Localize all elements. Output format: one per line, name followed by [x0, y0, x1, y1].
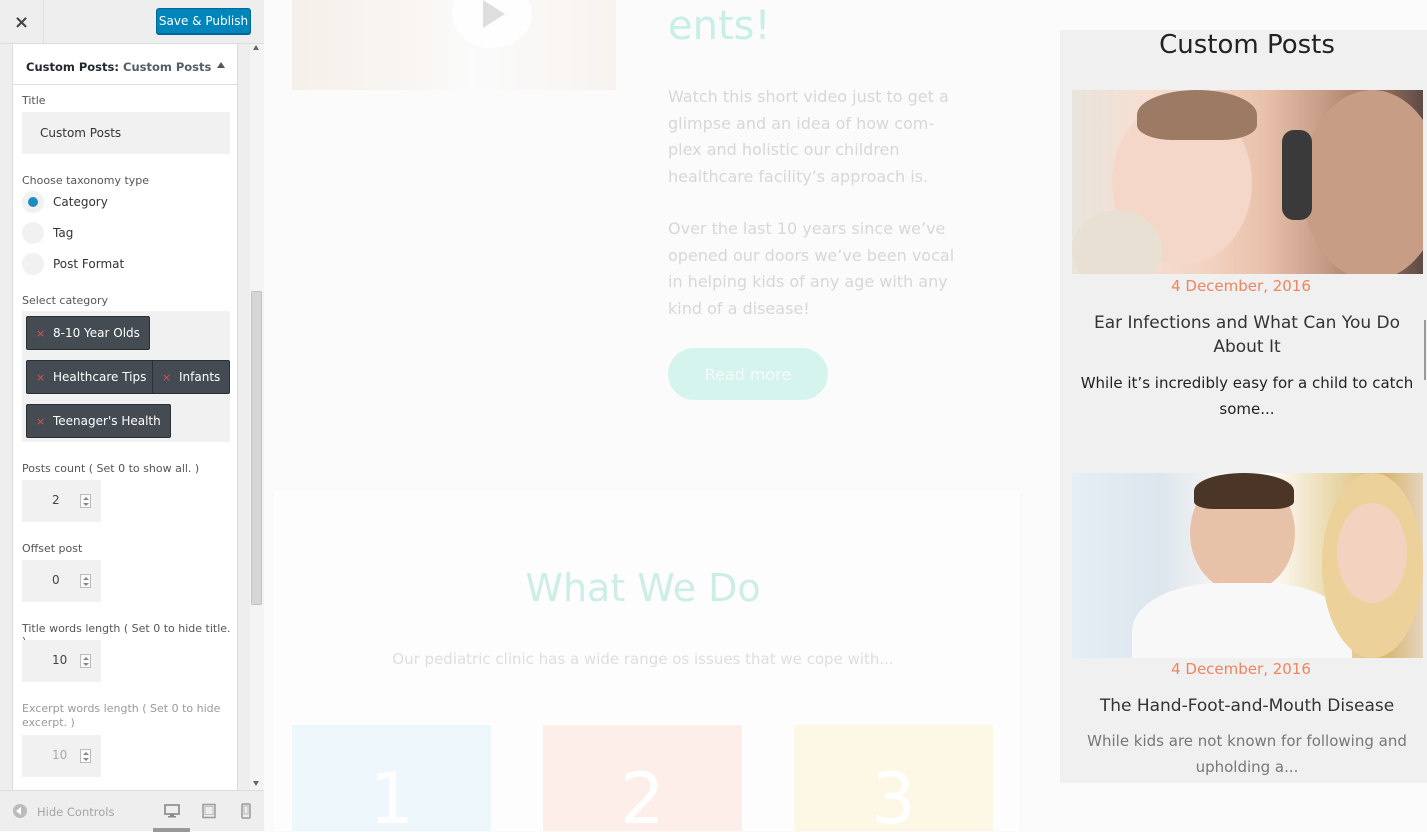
spinner-icon[interactable] — [80, 494, 91, 508]
category-tag-label: Healthcare Tips — [53, 370, 147, 384]
post-date: 4 December, 2016 — [1171, 660, 1311, 678]
desktop-preview-icon[interactable] — [164, 803, 180, 819]
service-card[interactable]: 1 — [292, 725, 491, 831]
radio-tag-label: Tag — [53, 226, 74, 240]
hide-controls-button[interactable]: Hide Controls — [37, 805, 114, 819]
remove-icon[interactable]: × — [36, 415, 45, 428]
category-tag-label: 8-10 Year Olds — [53, 326, 140, 340]
category-tag-label: Infants — [179, 370, 221, 384]
what-we-do-section: What We Do Our pediatric clinic has a wi… — [273, 490, 1020, 831]
remove-icon[interactable]: × — [36, 327, 45, 340]
title-label: Title — [22, 94, 46, 107]
doctor-coat-shape — [1132, 583, 1352, 658]
category-tag: × Teenager's Health — [26, 404, 171, 438]
hero-title: ents! — [668, 3, 771, 49]
custom-posts-widget: Custom Posts 4 December, 2016 Ear Infect… — [1060, 30, 1427, 783]
taxonomy-label: Choose taxonomy type — [22, 174, 150, 187]
tablet-preview-icon[interactable] — [201, 803, 217, 819]
remove-icon[interactable]: × — [36, 371, 45, 384]
section-subtitle: Our pediatric clinic has a wide range os… — [392, 650, 894, 668]
scroll-down-icon[interactable] — [253, 781, 259, 786]
title-length-value: 10 — [52, 653, 68, 667]
customizer-sidebar: × Save & Publish Custom Posts: Custom Po… — [0, 0, 264, 832]
otoscope-shape — [1282, 130, 1312, 220]
video-thumbnail[interactable] — [292, 0, 616, 90]
radio-post-format-label: Post Format — [53, 257, 125, 271]
hero-paragraph: Over the last 10 years since we’ve opene… — [668, 219, 955, 318]
section-prefix: Custom Posts: — [26, 60, 119, 74]
radio-category[interactable] — [22, 191, 44, 213]
save-publish-button[interactable]: Save & Publish — [156, 8, 251, 34]
post-excerpt: While kids are not known for following a… — [1087, 732, 1407, 776]
service-card[interactable]: 3 — [794, 725, 993, 831]
widget-section-header[interactable]: Custom Posts: Custom Posts — [13, 48, 237, 85]
post-excerpt: While it’s incredibly easy for a child t… — [1080, 374, 1414, 418]
doctor-face-shape — [1302, 90, 1423, 274]
excerpt-length-label: Excerpt words length ( Set 0 to hide exc… — [22, 702, 221, 729]
collapse-arrow-icon[interactable] — [217, 62, 225, 68]
section-title: What We Do — [525, 566, 761, 610]
customizer-footer: Hide Controls — [0, 790, 264, 832]
spinner-icon[interactable] — [80, 749, 91, 763]
read-more-button[interactable]: Read more — [668, 348, 828, 400]
service-card-number: 2 — [620, 758, 665, 831]
spinner-icon[interactable] — [80, 574, 91, 588]
posts-count-label: Posts count ( Set 0 to show all. ) — [22, 462, 200, 475]
scroll-thumb[interactable] — [251, 291, 262, 605]
posts-count-stepper[interactable]: 2 — [22, 480, 101, 522]
remove-icon[interactable]: × — [162, 371, 171, 384]
excerpt-length-value: 10 — [52, 748, 68, 762]
posts-count-value: 2 — [52, 493, 60, 507]
category-label: Select category — [22, 294, 109, 307]
hero-paragraph: Watch this short video just to get a gli… — [668, 87, 949, 186]
category-select[interactable]: × 8-10 Year Olds × Healthcare Tips × Infant… — [22, 311, 231, 442]
spinner-icon[interactable] — [80, 654, 91, 668]
post-title[interactable]: Ear Infections and What Can You Do About… — [1080, 311, 1414, 359]
section-name: Custom Posts — [123, 60, 212, 74]
child-hair-shape — [1137, 90, 1257, 140]
category-tag: × 8-10 Year Olds — [26, 316, 150, 350]
offset-stepper[interactable]: 0 — [22, 560, 101, 602]
site-preview: ents! Watch this short video just to get… — [265, 0, 1427, 831]
radio-tag[interactable] — [22, 222, 44, 244]
customizer-header: × Save & Publish — [0, 0, 264, 44]
play-icon[interactable] — [452, 0, 532, 48]
patient-face-shape — [1337, 503, 1407, 603]
category-tag: × Infants — [152, 360, 231, 394]
service-card-number: 1 — [369, 758, 414, 831]
scroll-up-icon[interactable] — [253, 45, 259, 50]
close-icon[interactable]: × — [0, 0, 44, 44]
radio-category-label: Category — [53, 195, 108, 209]
service-card[interactable]: 2 — [543, 725, 742, 831]
service-card-number: 3 — [871, 758, 916, 831]
category-tag: × Healthcare Tips — [26, 360, 157, 394]
title-length-stepper[interactable]: 10 — [22, 640, 101, 682]
post-image[interactable] — [1072, 473, 1423, 658]
offset-value: 0 — [52, 573, 60, 587]
hide-controls-icon[interactable] — [13, 804, 27, 818]
widget-section-title: Custom Posts: Custom Posts — [26, 60, 211, 74]
active-device-indicator — [153, 828, 190, 832]
panel-scrollbar[interactable] — [250, 44, 264, 790]
doctor-hair-shape — [1194, 473, 1294, 509]
radio-post-format[interactable] — [22, 253, 44, 275]
title-input[interactable]: Custom Posts — [22, 112, 230, 154]
offset-label: Offset post — [22, 542, 83, 555]
category-tag-label: Teenager's Health — [53, 414, 161, 428]
mobile-preview-icon[interactable] — [238, 803, 254, 819]
post-image[interactable] — [1072, 90, 1423, 274]
excerpt-length-stepper[interactable]: 10 — [22, 735, 101, 777]
post-date: 4 December, 2016 — [1171, 277, 1311, 295]
post-title[interactable]: The Hand-Foot-and-Mouth Disease — [1080, 694, 1414, 718]
widget-title: Custom Posts — [1159, 30, 1335, 60]
widget-settings-panel: Custom Posts: Custom Posts Title Custom … — [12, 44, 238, 790]
